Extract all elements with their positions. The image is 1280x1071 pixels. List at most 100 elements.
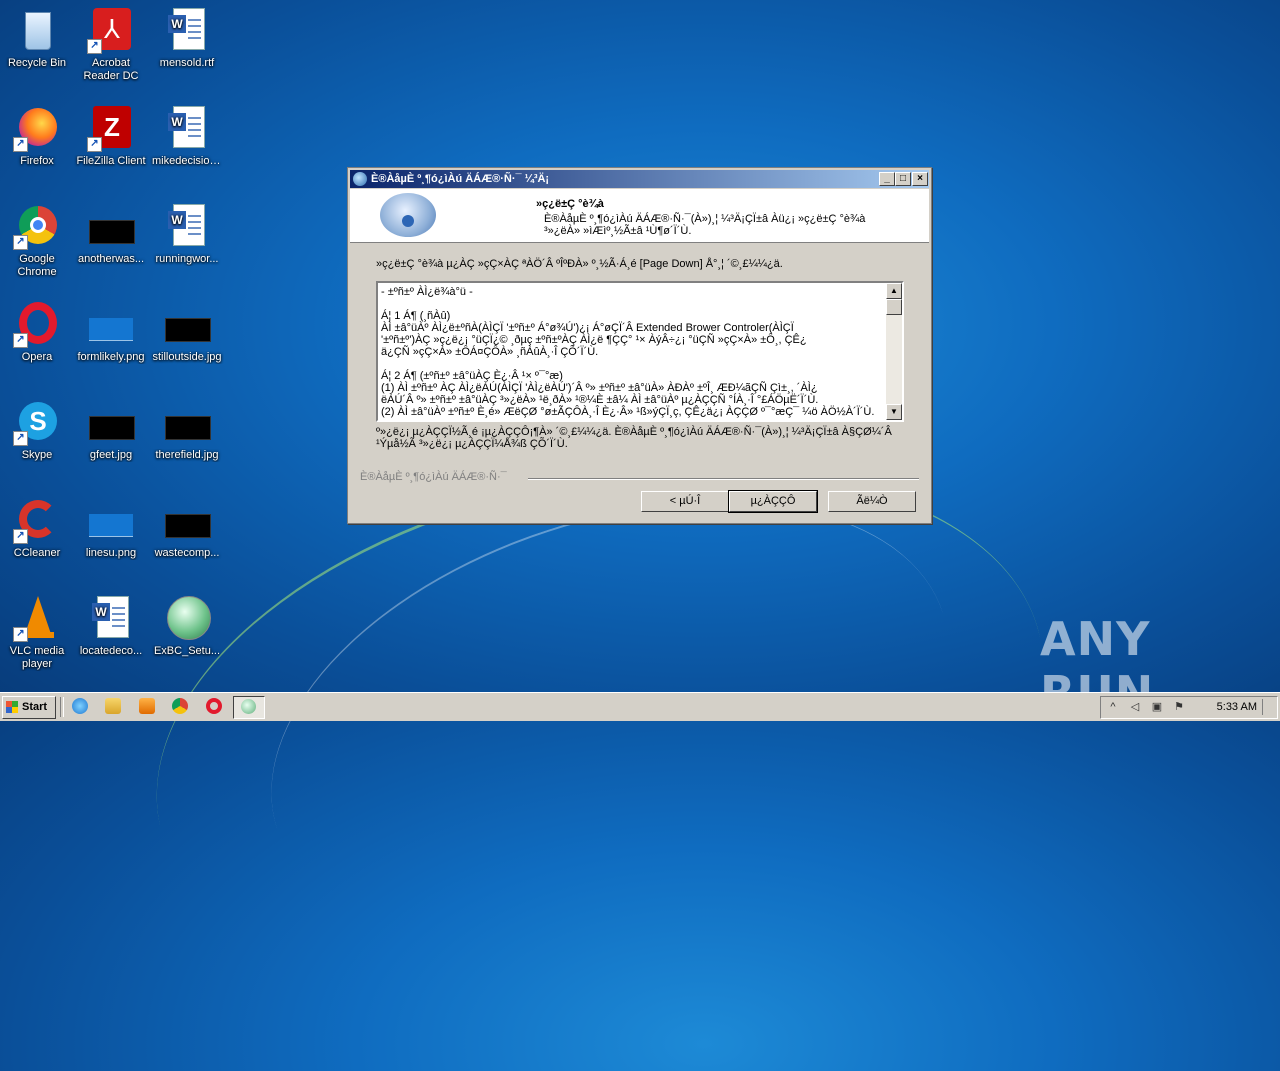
- dialog-header: »ç¿ë±Ç °è¾à È®ÀåµÈ º¸¶ó¿ìÀú ÄÁÆ®·Ñ·¯(À»)…: [350, 189, 929, 243]
- acrobat-icon: ⅄ ↗: [87, 6, 135, 54]
- desktop-icon-formlikely[interactable]: formlikely.png: [74, 300, 148, 364]
- desktop-icon-label: runningwor...: [155, 253, 219, 265]
- chrome-icon: ↗: [13, 202, 61, 250]
- desktop-icon-label: linesu.png: [85, 547, 137, 559]
- desktop-icon-stilloutside[interactable]: stilloutside.jpg: [150, 300, 224, 364]
- desktop-icon-ccleaner[interactable]: ↗ CCleaner: [0, 496, 74, 560]
- desktop-icon-google-chrome[interactable]: ↗ Google Chrome: [0, 202, 74, 279]
- image-thumbnail-icon: [87, 300, 135, 348]
- volume-icon[interactable]: ◁: [1129, 701, 1141, 713]
- taskbar: Start ^ ◁ ▣ ⚑ 5:33 AM: [0, 692, 1280, 721]
- image-thumbnail-icon: [87, 202, 135, 250]
- media-player-icon[interactable]: [139, 698, 155, 714]
- action-center-flag-icon[interactable]: ⚑: [1173, 701, 1185, 713]
- desktop-icon-linesu[interactable]: linesu.png: [74, 496, 148, 560]
- desktop-icon-label: Opera: [21, 351, 53, 363]
- desktop-icon-gfeet[interactable]: gfeet.jpg: [74, 398, 148, 462]
- desktop-icon-label: FileZilla Client: [76, 155, 146, 167]
- shortcut-arrow-icon: ↗: [13, 235, 28, 250]
- shortcut-arrow-icon: ↗: [13, 529, 28, 544]
- shortcut-arrow-icon: ↗: [13, 137, 28, 152]
- desktop-icon-label: Acrobat Reader DC: [83, 57, 139, 82]
- filezilla-icon: Z ↗: [87, 104, 135, 152]
- image-thumbnail-icon: [163, 496, 211, 544]
- desktop-icon-locatedeco[interactable]: W locatedeco...: [74, 594, 148, 658]
- scroll-up-button[interactable]: ▲: [886, 283, 902, 299]
- desktop-icon-recycle-bin[interactable]: Recycle Bin: [0, 6, 74, 70]
- cancel-button[interactable]: Ãë¼Ò: [828, 491, 916, 512]
- intro-text: »ç¿ë±Ç °è¾à µ¿ÀÇ »çÇ×ÀÇ ªÀÖ´Â ºÎºÐÀ» º¸½…: [376, 258, 783, 270]
- desktop-icon-mikedecision[interactable]: W mikedecision...: [150, 104, 224, 168]
- desktop-icon-vlc[interactable]: ↗ VLC media player: [0, 594, 74, 671]
- shortcut-arrow-icon: ↗: [13, 333, 28, 348]
- chrome-taskbar-icon[interactable]: [172, 698, 188, 714]
- agreement-instructions: º»¿ë¿¡ µ¿ÀÇÇÏ½Ã¸é ¡µ¿ÀÇÇÔ¡¶À» ´©¸£¼¼¿ä. …: [376, 426, 892, 450]
- shortcut-arrow-icon: ↗: [87, 137, 102, 152]
- maximize-button[interactable]: □: [895, 172, 911, 186]
- desktop-icon-therefield[interactable]: therefield.jpg: [150, 398, 224, 462]
- windows-logo-icon-lower: [6, 707, 18, 713]
- desktop-icon-acrobat[interactable]: ⅄ ↗ Acrobat Reader DC: [74, 6, 148, 83]
- desktop-icon-label: gfeet.jpg: [89, 449, 133, 461]
- word-document-icon: W: [163, 104, 211, 152]
- image-thumbnail-icon: [87, 496, 135, 544]
- desktop-icon-label: Skype: [21, 449, 53, 461]
- desktop-icon-label: wastecomp...: [154, 547, 220, 559]
- taskbar-installer-button[interactable]: [233, 696, 265, 719]
- desktop-icon-runningwor[interactable]: W runningwor...: [150, 202, 224, 266]
- vlc-cone-icon: ↗: [13, 594, 61, 642]
- desktop-icon-label: VLC media player: [9, 645, 65, 670]
- desktop-icon-label: formlikely.png: [77, 351, 145, 363]
- desktop-icon-skype[interactable]: S ↗ Skype: [0, 398, 74, 462]
- window-title: È®ÀåµÈ º¸¶ó¿ìÀú ÄÁÆ®·Ñ·¯ ¼³Ä¡: [371, 173, 550, 185]
- network-icon[interactable]: ▣: [1151, 701, 1163, 713]
- desktop-icon-opera[interactable]: ↗ Opera: [0, 300, 74, 364]
- word-document-icon: W: [87, 594, 135, 642]
- taskbar-divider: [60, 697, 64, 717]
- desktop-icon-label: ExBC_Setu...: [153, 645, 221, 657]
- desktop-icon-label: CCleaner: [13, 547, 61, 559]
- desktop-icon-label: anotherwas...: [77, 253, 145, 265]
- file-explorer-icon[interactable]: [105, 698, 121, 714]
- scroll-down-button[interactable]: ▼: [886, 404, 902, 420]
- license-textbox[interactable]: - ±ºñ±º ÀÌ¿ë¾à°ü - Á¦ 1 Á¶ (¸ñÀû) ÀÌ ±â°…: [376, 281, 904, 422]
- app-icon: [353, 172, 367, 186]
- desktop-icon-label: mensold.rtf: [159, 57, 215, 69]
- show-desktop-button[interactable]: [1262, 699, 1275, 715]
- installer-dialog: È®ÀåµÈ º¸¶ó¿ìÀú ÄÁÆ®·Ñ·¯ ¼³Ä¡ _ □ × »ç¿ë…: [347, 167, 932, 524]
- back-button[interactable]: < µÚ·Î: [641, 491, 729, 512]
- desktop-icon-label: Google Chrome: [17, 253, 57, 278]
- license-scrollbar[interactable]: ▲ ▼: [886, 283, 902, 420]
- scroll-thumb[interactable]: [886, 299, 902, 315]
- close-button[interactable]: ×: [912, 172, 928, 186]
- title-bar[interactable]: È®ÀåµÈ º¸¶ó¿ìÀú ÄÁÆ®·Ñ·¯ ¼³Ä¡ _ □ ×: [350, 170, 929, 188]
- shortcut-arrow-icon: ↗: [13, 431, 28, 446]
- recycle-bin-icon: [13, 6, 61, 54]
- desktop-icon-anotherwas[interactable]: anotherwas...: [74, 202, 148, 266]
- minimize-button[interactable]: _: [879, 172, 895, 186]
- ccleaner-icon: ↗: [13, 496, 61, 544]
- desktop-icon-label: therefield.jpg: [155, 449, 219, 461]
- show-hidden-icons-icon[interactable]: ^: [1107, 701, 1119, 713]
- desktop-icon-label: Recycle Bin: [7, 57, 67, 69]
- word-document-icon: W: [163, 202, 211, 250]
- agree-button[interactable]: µ¿ÀÇÇÔ: [728, 490, 818, 513]
- internet-explorer-icon[interactable]: [72, 698, 88, 714]
- opera-taskbar-icon[interactable]: [206, 698, 222, 714]
- word-document-icon: W: [163, 6, 211, 54]
- shortcut-arrow-icon: ↗: [87, 39, 102, 54]
- clock[interactable]: 5:33 AM: [1217, 701, 1257, 713]
- image-thumbnail-icon: [87, 398, 135, 446]
- firefox-icon: ↗: [13, 104, 61, 152]
- system-tray: ^ ◁ ▣ ⚑ 5:33 AM: [1100, 696, 1278, 719]
- desktop-icon-wastecomp[interactable]: wastecomp...: [150, 496, 224, 560]
- desktop-icon-exbc-setup[interactable]: ExBC_Setu...: [150, 594, 224, 658]
- desktop-icon-mensold[interactable]: W mensold.rtf: [150, 6, 224, 70]
- desktop-icon-firefox[interactable]: ↗ Firefox: [0, 104, 74, 168]
- divider: [528, 478, 919, 480]
- desktop-icon-label: stilloutside.jpg: [152, 351, 222, 363]
- shortcut-arrow-icon: ↗: [13, 627, 28, 642]
- license-text: - ±ºñ±º ÀÌ¿ë¾à°ü - Á¦ 1 Á¶ (¸ñÀû) ÀÌ ±â°…: [381, 286, 875, 418]
- start-button[interactable]: Start: [2, 696, 56, 719]
- desktop-icon-filezilla[interactable]: Z ↗ FileZilla Client: [74, 104, 148, 168]
